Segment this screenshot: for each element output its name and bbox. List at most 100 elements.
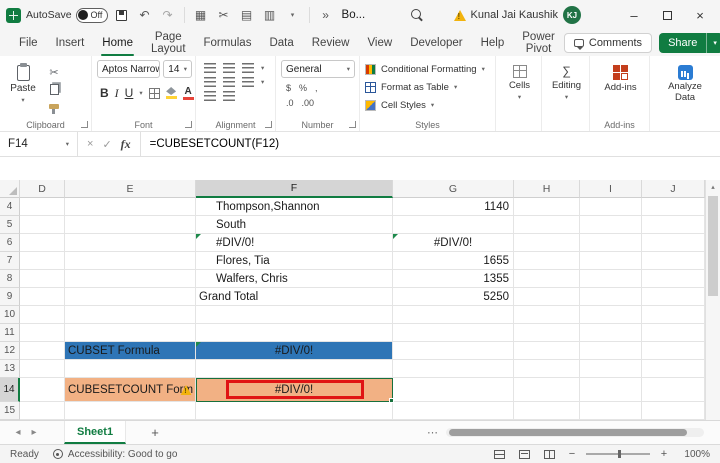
align-right-button[interactable] <box>242 77 254 87</box>
font-dialog-launcher[interactable] <box>185 121 192 128</box>
sheet-nav-right-icon[interactable]: ▸ <box>26 427 42 438</box>
cell-E8[interactable] <box>65 270 196 288</box>
cell-D10[interactable] <box>20 306 65 324</box>
select-all-corner[interactable] <box>0 180 20 198</box>
cell-J12[interactable] <box>642 342 705 360</box>
cell-E9[interactable] <box>65 288 196 306</box>
row-header-12[interactable]: 12 <box>0 342 20 360</box>
fill-color-button[interactable] <box>166 85 177 101</box>
cell-D5[interactable] <box>20 216 65 234</box>
cell-H4[interactable] <box>514 198 580 216</box>
cell-G9[interactable]: 5250 <box>393 288 514 306</box>
cell-styles-button[interactable]: Cell Styles ▾ <box>365 96 492 114</box>
cell-E13[interactable] <box>65 360 196 378</box>
cell-I4[interactable] <box>580 198 642 216</box>
tab-page-layout[interactable]: Page Layout <box>142 30 195 56</box>
col-header-I[interactable]: I <box>580 180 642 198</box>
align-center-button[interactable] <box>223 77 235 87</box>
cell-D9[interactable] <box>20 288 65 306</box>
horizontal-scroll-thumb[interactable] <box>449 429 687 436</box>
name-box[interactable]: F14 ▾ <box>0 132 78 156</box>
close-button[interactable]: × <box>686 3 714 27</box>
search-button[interactable] <box>408 5 426 25</box>
cells-button[interactable]: Cells ▾ <box>501 60 538 101</box>
comments-button[interactable]: Comments <box>564 33 652 53</box>
cell-G14[interactable] <box>393 378 514 402</box>
row-header-8[interactable]: 8 <box>0 270 20 288</box>
number-dialog-launcher[interactable] <box>349 121 356 128</box>
cell-D6[interactable] <box>20 234 65 252</box>
row-header-9[interactable]: 9 <box>0 288 20 306</box>
cell-J11[interactable] <box>642 324 705 342</box>
increase-decimal-button[interactable]: .0 <box>286 98 294 108</box>
cell-H10[interactable] <box>514 306 580 324</box>
quick-access-chevron-icon[interactable]: ▾ <box>284 5 302 25</box>
cell-I8[interactable] <box>580 270 642 288</box>
cell-G13[interactable] <box>393 360 514 378</box>
minimize-button[interactable]: – <box>620 3 648 27</box>
col-header-D[interactable]: D <box>20 180 65 198</box>
comma-style-button[interactable]: , <box>315 83 318 93</box>
copy-button[interactable] <box>46 82 62 96</box>
row-header-14[interactable]: 14 <box>0 378 20 402</box>
decrease-decimal-button[interactable]: .00 <box>302 98 315 108</box>
tab-file[interactable]: File <box>10 30 47 56</box>
page-layout-view-button[interactable] <box>516 447 533 462</box>
tab-view[interactable]: View <box>358 30 401 56</box>
cell-H8[interactable] <box>514 270 580 288</box>
analyze-data-button[interactable]: Analyze Data <box>655 60 715 104</box>
conditional-formatting-button[interactable]: Conditional Formatting ▾ <box>365 60 492 78</box>
tab-help[interactable]: Help <box>472 30 514 56</box>
insert-function-button[interactable]: fx <box>121 137 131 152</box>
tab-insert[interactable]: Insert <box>47 30 94 56</box>
wrap-text-button[interactable] <box>204 91 216 101</box>
horizontal-scrollbar[interactable] <box>446 428 704 437</box>
zoom-slider-thumb[interactable] <box>618 450 621 458</box>
cell-G5[interactable] <box>393 216 514 234</box>
format-painter-button[interactable] <box>46 99 62 113</box>
notification-warning-icon[interactable]: ! <box>454 10 466 21</box>
tab-review[interactable]: Review <box>303 30 359 56</box>
cell-J13[interactable] <box>642 360 705 378</box>
autosave-control[interactable]: AutoSave Off <box>26 8 108 23</box>
share-button[interactable]: Share ▾ <box>659 33 720 53</box>
chevron-down-icon[interactable]: ▾ <box>139 89 142 97</box>
cell-J7[interactable] <box>642 252 705 270</box>
cell-E6[interactable] <box>65 234 196 252</box>
user-avatar[interactable]: KJ <box>563 6 581 24</box>
paste-button[interactable]: Paste ▾ <box>5 60 41 113</box>
tab-developer[interactable]: Developer <box>401 30 471 56</box>
page-break-view-button[interactable] <box>541 447 558 462</box>
cell-I12[interactable] <box>580 342 642 360</box>
row-header-5[interactable]: 5 <box>0 216 20 234</box>
cell-J4[interactable] <box>642 198 705 216</box>
editing-button[interactable]: ∑ Editing ▾ <box>547 60 586 101</box>
font-color-button[interactable]: A <box>183 85 194 101</box>
cell-I5[interactable] <box>580 216 642 234</box>
align-middle-button[interactable] <box>223 63 235 73</box>
accessibility-status[interactable]: Accessibility: Good to go <box>53 449 178 460</box>
cell-D13[interactable] <box>20 360 65 378</box>
cell-D12[interactable] <box>20 342 65 360</box>
zoom-slider[interactable] <box>586 453 650 455</box>
cell-J9[interactable] <box>642 288 705 306</box>
user-name[interactable]: Kunal Jai Kaushik <box>471 9 558 21</box>
scroll-up-icon[interactable]: ▴ <box>706 183 720 191</box>
cell-I13[interactable] <box>580 360 642 378</box>
number-format-select[interactable]: General ▾ <box>281 60 355 78</box>
percent-style-button[interactable]: % <box>299 83 307 93</box>
sheet-tab-sheet1[interactable]: Sheet1 <box>64 421 126 444</box>
document-title[interactable]: Bo... <box>342 9 366 21</box>
cell-I7[interactable] <box>580 252 642 270</box>
cell-H5[interactable] <box>514 216 580 234</box>
cell-E14[interactable]: CUBESETCOUNT Form! <box>65 378 196 402</box>
tab-data[interactable]: Data <box>260 30 302 56</box>
cell-H12[interactable] <box>514 342 580 360</box>
redo-button[interactable]: ↷ <box>159 5 177 25</box>
quick-access-grid-button[interactable]: ▦ <box>192 5 210 25</box>
cell-E15[interactable] <box>65 402 196 420</box>
cell-F5[interactable]: South <box>196 216 393 234</box>
cell-D14[interactable] <box>20 378 65 402</box>
zoom-out-button[interactable]: − <box>566 448 578 460</box>
maximize-button[interactable] <box>653 3 681 27</box>
